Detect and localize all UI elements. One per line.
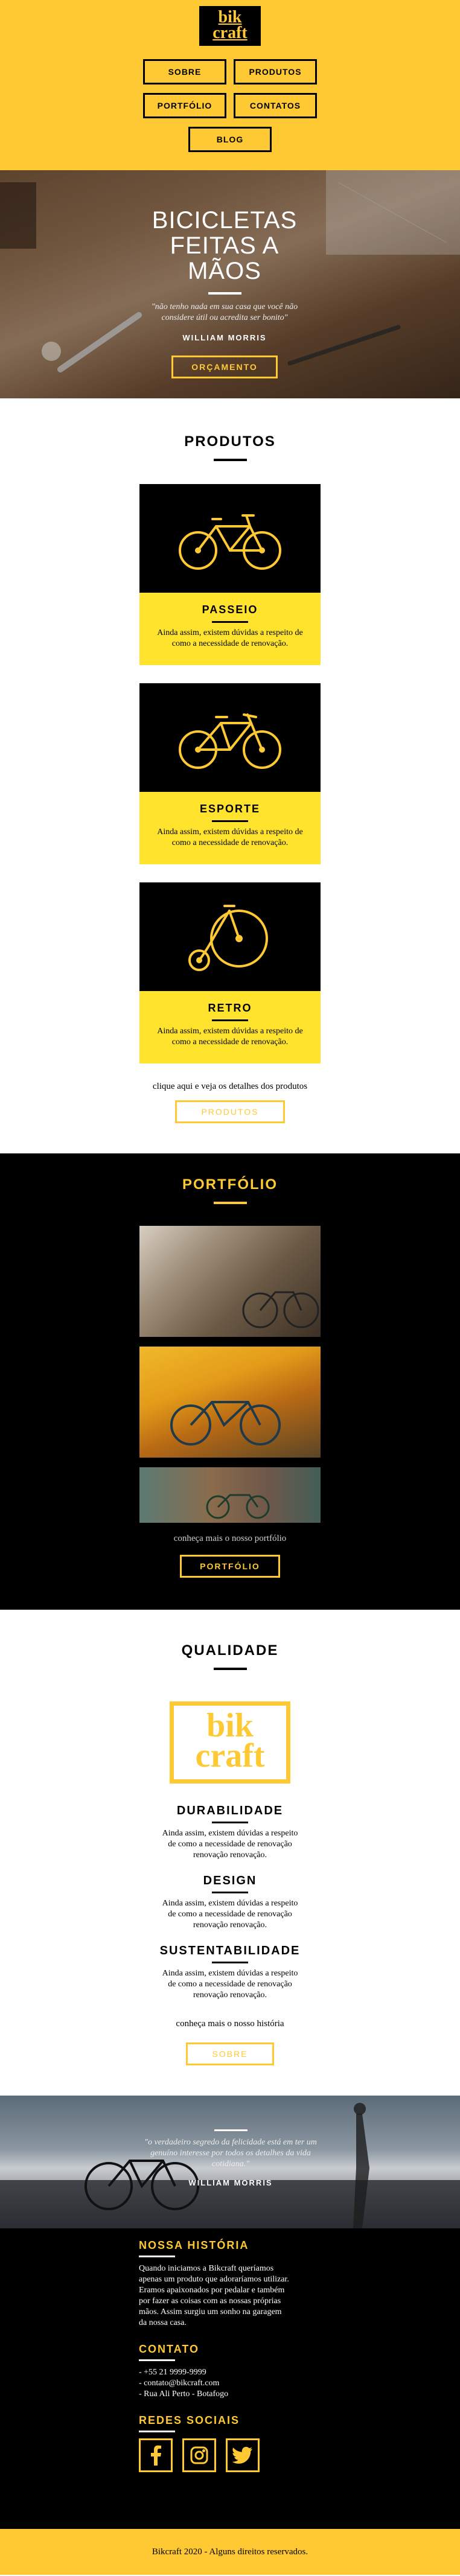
nav-produtos[interactable]: PRODUTOS xyxy=(234,59,317,84)
produtos-more-text: clique aqui e veja os detalhes dos produ… xyxy=(152,1082,308,1091)
qualidade-item: SUSTENTABILIDADE Ainda assim, existem dú… xyxy=(158,1944,302,2001)
produto-info: ESPORTE Ainda assim, existem dúvidas a r… xyxy=(139,792,321,864)
qualidade-item-text: Ainda assim, existem dúvidas a respeito … xyxy=(162,1899,298,1930)
nav-blog[interactable]: BLOG xyxy=(188,127,272,152)
produto-text: Ainda assim, existem dúvidas a respeito … xyxy=(157,628,303,648)
qualidade-item-text: Ainda assim, existem dúvidas a respeito … xyxy=(162,1829,298,1860)
main-nav: SOBRE PRODUTOS PORTFÓLIO CONTATOS BLOG xyxy=(0,59,460,152)
produto-name: PASSEIO xyxy=(202,604,258,616)
copyright: Bikcraft 2020 - Alguns direitos reservad… xyxy=(0,2529,460,2575)
twitter-icon[interactable] xyxy=(226,2438,260,2472)
site-footer: NOSSA HISTÓRIA Quando iniciamos a Bikcra… xyxy=(0,2228,460,2529)
contato-email[interactable]: - contato@bikcraft.com xyxy=(139,2378,290,2389)
banner-divider xyxy=(214,2129,248,2131)
historia-title: NOSSA HISTÓRIA xyxy=(139,2239,249,2251)
banner-content: "o verdadeiro segredo da felicidade está… xyxy=(140,2129,321,2187)
hero-quote: "não tenho nada em sua casa que você não… xyxy=(151,302,298,322)
contato-list: - +55 21 9999-9999 - contato@bikcraft.co… xyxy=(139,2367,460,2400)
produto-card[interactable]: RETRO Ainda assim, existem dúvidas a res… xyxy=(139,882,321,1063)
passeio-bike-icon xyxy=(139,484,321,593)
qualidade-item-divider xyxy=(212,1962,248,1963)
esporte-bike-icon xyxy=(139,683,321,792)
footer-historia: NOSSA HISTÓRIA Quando iniciamos a Bikcra… xyxy=(139,2239,460,2329)
qualidade-item-title: DESIGN xyxy=(203,1874,257,1887)
logo-line2: craft xyxy=(212,24,248,42)
contato-divider xyxy=(139,2359,175,2361)
qualidade-logo-line1: bik xyxy=(206,1707,254,1744)
redes-divider xyxy=(139,2431,175,2432)
produto-info: PASSEIO Ainda assim, existem dúvidas a r… xyxy=(139,593,321,665)
hero-content: BICICLETAS FEITAS A MÃOS "não tenho nada… xyxy=(140,208,309,378)
produto-name: ESPORTE xyxy=(199,803,261,815)
contato-title: CONTATO xyxy=(139,2343,199,2355)
qualidade-logo: bik craft xyxy=(170,1701,290,1784)
hero-divider xyxy=(208,292,241,295)
site-header: bik craft SOBRE PRODUTOS PORTFÓLIO CONTA… xyxy=(0,0,460,170)
nav-contatos[interactable]: CONTATOS xyxy=(234,93,317,118)
historia-divider xyxy=(139,2256,175,2257)
qualidade-item-text: Ainda assim, existem dúvidas a respeito … xyxy=(162,1969,298,2000)
historia-text: Quando iniciamos a Bikcraft queríamos ap… xyxy=(139,2264,289,2327)
qualidade-item: DESIGN Ainda assim, existem dúvidas a re… xyxy=(158,1874,302,1931)
produto-card[interactable]: PASSEIO Ainda assim, existem dúvidas a r… xyxy=(139,484,321,665)
produtos-button[interactable]: PRODUTOS xyxy=(175,1100,285,1123)
qualidade-title: QUALIDADE xyxy=(181,1642,279,1659)
logo[interactable]: bik craft xyxy=(199,6,261,46)
portfolio-section: PORTFÓLIO conheça mais o nosso portfólio… xyxy=(0,1153,460,1610)
instagram-icon[interactable] xyxy=(182,2438,216,2472)
footer-redes: REDES SOCIAIS xyxy=(139,2414,460,2472)
produto-text: Ainda assim, existem dúvidas a respeito … xyxy=(157,827,303,847)
qualidade-more-text: conheça mais o nosso história xyxy=(176,2019,284,2029)
produtos-title: PRODUTOS xyxy=(184,433,276,450)
produtos-section: PRODUTOS PASSEIO Ainda assim, existem dú… xyxy=(0,398,460,1153)
redes-title: REDES SOCIAIS xyxy=(139,2414,240,2426)
qualidade-item-divider xyxy=(212,1892,248,1893)
contato-address: - Rua Ali Perto - Botafogo xyxy=(139,2389,229,2399)
banner-quote: "o verdadeiro segredo da felicidade está… xyxy=(144,2138,317,2169)
quote-banner: "o verdadeiro segredo da felicidade está… xyxy=(0,2096,460,2228)
portfolio-photo-street-bike[interactable] xyxy=(139,1226,321,1337)
qualidade-item-title: DURABILIDADE xyxy=(176,1804,284,1817)
qualidade-item: DURABILIDADE Ainda assim, existem dúvida… xyxy=(158,1804,302,1861)
contato-phone: - +55 21 9999-9999 xyxy=(139,2368,206,2377)
portfolio-divider xyxy=(213,1202,247,1204)
qualidade-item-title: SUSTENTABILIDADE xyxy=(159,1944,301,1957)
produtos-divider xyxy=(213,459,247,461)
produto-text: Ainda assim, existem dúvidas a respeito … xyxy=(157,1027,303,1047)
produto-card[interactable]: ESPORTE Ainda assim, existem dúvidas a r… xyxy=(139,683,321,864)
qualidade-item-divider xyxy=(212,1822,248,1823)
hero-title: BICICLETAS FEITAS A MÃOS xyxy=(152,207,298,284)
qualidade-logo-line2: craft xyxy=(195,1737,265,1774)
banner-author: WILLIAM MORRIS xyxy=(188,2178,273,2187)
portfolio-photo-green-bike[interactable] xyxy=(139,1467,321,1523)
produto-divider xyxy=(212,621,248,623)
produto-divider xyxy=(212,1019,248,1021)
nav-portfolio[interactable]: PORTFÓLIO xyxy=(143,93,226,118)
produto-info: RETRO Ainda assim, existem dúvidas a res… xyxy=(139,991,321,1063)
portfolio-title: PORTFÓLIO xyxy=(182,1176,278,1193)
produto-divider xyxy=(212,820,248,822)
portfolio-button[interactable]: PORTFÓLIO xyxy=(180,1555,280,1578)
orcamento-button[interactable]: ORÇAMENTO xyxy=(171,355,278,378)
hero-author: WILLIAM MORRIS xyxy=(182,333,267,342)
qualidade-section: QUALIDADE bik craft DURABILIDADE Ainda a… xyxy=(0,1610,460,2096)
facebook-icon[interactable] xyxy=(139,2438,173,2472)
portfolio-photo-yellow-wall-bike[interactable] xyxy=(139,1347,321,1458)
sobre-button[interactable]: SOBRE xyxy=(186,2042,274,2065)
footer-contato: CONTATO - +55 21 9999-9999 - contato@bik… xyxy=(139,2343,460,2400)
retro-bike-icon xyxy=(139,882,321,991)
hero-section: BICICLETAS FEITAS A MÃOS "não tenho nada… xyxy=(0,170,460,398)
portfolio-more-text: conheça mais o nosso portfólio xyxy=(173,1534,287,1543)
qualidade-divider xyxy=(213,1668,247,1670)
social-links xyxy=(139,2438,460,2472)
produto-name: RETRO xyxy=(208,1002,252,1014)
nav-sobre[interactable]: SOBRE xyxy=(143,59,226,84)
